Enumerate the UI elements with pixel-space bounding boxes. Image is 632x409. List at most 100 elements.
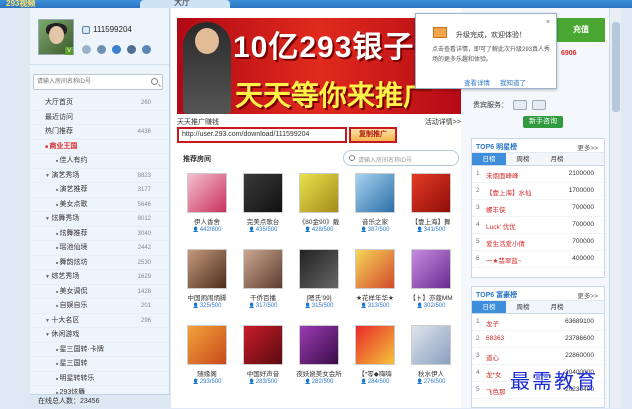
room-card[interactable]: 秋水伊人276/500 xyxy=(403,325,459,401)
room-name[interactable]: 《80金90》戴 xyxy=(291,216,347,226)
sidebar-item[interactable]: 大厅首页 260 xyxy=(30,96,169,111)
ranking-tab[interactable]: 月榜 xyxy=(540,153,574,165)
room-thumbnail[interactable] xyxy=(355,173,395,213)
dismiss-link[interactable]: 我知道了 xyxy=(500,77,526,87)
room-card[interactable]: 《80金90》戴428/500 xyxy=(291,173,347,249)
ranking-tab[interactable]: 日榜 xyxy=(472,153,506,165)
sidebar-item[interactable]: 瑶池仙境 2442 xyxy=(30,241,169,256)
ranking-row[interactable]: 1 未烟面峰峰 2100000 xyxy=(472,166,604,183)
ranking-tab[interactable]: 月榜 xyxy=(540,301,574,313)
rank-name[interactable]: 爱生活爱小倩 xyxy=(486,238,525,248)
ranking-tab[interactable]: 周榜 xyxy=(506,153,540,165)
rank-name[interactable]: 龙*女 xyxy=(486,369,502,379)
room-card[interactable]: [嗯氏'99]315/500 xyxy=(291,249,347,325)
sidebar-item[interactable]: 综艺秀场 1629 xyxy=(30,270,169,285)
sidebar-item[interactable]: 佳人有约 xyxy=(30,154,169,169)
room-name[interactable]: 【*零◆嗨嗨 xyxy=(347,368,403,378)
ranking-tab[interactable]: 日榜 xyxy=(472,301,506,313)
event-details-link[interactable]: 活动详情>> xyxy=(425,117,461,127)
room-card[interactable]: 随缘阁293/500 xyxy=(179,325,235,401)
room-thumbnail[interactable] xyxy=(411,325,451,365)
wrench-icon[interactable] xyxy=(97,45,106,54)
room-name[interactable]: 完美点歌台 xyxy=(235,216,291,226)
search-icon[interactable] xyxy=(151,78,158,85)
sidebar-item[interactable]: 明星转转乐 xyxy=(30,372,169,386)
room-card[interactable]: 夜妖娆美女会所282/500 xyxy=(291,325,347,401)
star-icon[interactable] xyxy=(82,45,91,54)
sidebar-item[interactable]: 演艺秀场 8823 xyxy=(30,169,169,183)
rank-name[interactable]: 【壹上海】水仙 xyxy=(486,187,532,197)
rank-name[interactable]: Luck' 优优 xyxy=(486,221,516,231)
view-details-link[interactable]: 查看详情 xyxy=(464,77,490,87)
share-icon[interactable] xyxy=(142,45,151,54)
sidebar-item[interactable]: 舞韵炫坊 2530 xyxy=(30,256,169,270)
room-card[interactable]: 伊人香舍442/800 xyxy=(179,173,235,249)
star-more-link[interactable]: 更多>> xyxy=(577,142,598,152)
recharge-button[interactable]: 充值 xyxy=(557,18,605,42)
sidebar-item[interactable]: 美女调侃 1428 xyxy=(30,285,169,299)
sidebar-item[interactable]: 炫舞秀场 8012 xyxy=(30,212,169,227)
rank-name[interactable]: 飞色那 xyxy=(486,386,506,396)
room-name[interactable]: ★花样年华★ xyxy=(347,292,403,302)
rank-name[interactable]: 68363 xyxy=(486,335,504,342)
ranking-tab[interactable]: 周榜 xyxy=(506,301,540,313)
room-name[interactable]: 中国闹闹炳脚 xyxy=(179,292,235,302)
room-name[interactable]: 音乐之家 xyxy=(347,216,403,226)
sidebar-item[interactable]: 休闲游戏 xyxy=(30,328,169,343)
sidebar-item[interactable]: 最近访问 xyxy=(30,111,169,125)
room-card[interactable]: 【壹上海】舞341/500 xyxy=(403,173,459,249)
sidebar-item[interactable]: 星三国转 xyxy=(30,357,169,372)
vip-car-icon[interactable] xyxy=(513,100,527,110)
room-name[interactable]: [嗯氏'99] xyxy=(291,292,347,302)
ranking-row[interactable]: 1 龙子 63689100 xyxy=(472,314,604,331)
room-search-input[interactable]: 请输入房间名称ID号 xyxy=(343,150,459,166)
info-icon[interactable] xyxy=(112,45,121,54)
sidebar-item[interactable]: 商业王国 xyxy=(30,140,169,154)
sidebar-item[interactable]: 热门推荐 4436 xyxy=(30,125,169,140)
sidebar-item[interactable]: 美女点歌 5646 xyxy=(30,198,169,212)
sidebar-item[interactable]: 星三国转·卡牌 xyxy=(30,343,169,357)
room-thumbnail[interactable] xyxy=(299,173,339,213)
room-card[interactable]: 中国闹闹炳脚325/500 xyxy=(179,249,235,325)
room-card[interactable]: 【ト】亦蔻MM302/500 xyxy=(403,249,459,325)
room-name[interactable]: 干侨百播 xyxy=(235,292,291,302)
room-thumbnail[interactable] xyxy=(299,325,339,365)
rich-more-link[interactable]: 更多>> xyxy=(577,290,598,300)
room-name[interactable]: 【壹上海】舞 xyxy=(403,216,459,226)
room-search-box[interactable] xyxy=(33,74,163,90)
scrollbar[interactable] xyxy=(609,8,621,408)
rank-name[interactable]: 龙子 xyxy=(486,318,499,328)
room-thumbnail[interactable] xyxy=(299,249,339,289)
promo-url-field[interactable]: http://user.293.com/download/111599204 xyxy=(177,127,347,143)
sidebar-item[interactable]: 演艺推荐 3177 xyxy=(30,183,169,198)
rank-name[interactable]: 螺丰侠 xyxy=(486,204,506,214)
room-card[interactable]: 干侨百播317/500 xyxy=(235,249,291,325)
room-thumbnail[interactable] xyxy=(243,325,283,365)
room-thumbnail[interactable] xyxy=(411,249,451,289)
close-icon[interactable]: × xyxy=(546,19,550,26)
room-thumbnail[interactable] xyxy=(187,249,227,289)
room-name[interactable]: 中国好声音 xyxy=(235,368,291,378)
ranking-row[interactable]: 3 螺丰侠 700000 xyxy=(472,200,604,217)
ranking-row[interactable]: 6 一★翡翠蓝~ 400000 xyxy=(472,251,604,268)
room-card[interactable]: 中国好声音283/500 xyxy=(235,325,291,401)
newbie-help-button[interactable]: 新手咨询 xyxy=(523,116,563,128)
vip-crown-icon[interactable] xyxy=(532,100,546,110)
sidebar-item[interactable]: 自娱自乐 201 xyxy=(30,299,169,314)
tab-lobby[interactable]: 大厅 xyxy=(140,0,230,8)
room-thumbnail[interactable] xyxy=(187,325,227,365)
scrollbar-thumb[interactable] xyxy=(612,22,620,112)
copy-promo-button[interactable]: 复制推广 xyxy=(349,127,397,143)
room-name[interactable]: 伊人香舍 xyxy=(179,216,235,226)
sidebar-item[interactable]: 炫舞推荐 3040 xyxy=(30,227,169,241)
rank-name[interactable]: 道心 xyxy=(486,352,499,362)
sidebar-search-input[interactable] xyxy=(34,75,144,89)
room-thumbnail[interactable] xyxy=(411,173,451,213)
ranking-row[interactable]: 4 Luck' 优优 700000 xyxy=(472,217,604,234)
sidebar-item[interactable]: 十大名区 296 xyxy=(30,314,169,328)
rank-name[interactable]: 一★翡翠蓝~ xyxy=(486,255,522,265)
room-thumbnail[interactable] xyxy=(355,249,395,289)
room-card[interactable]: ★花样年华★313/500 xyxy=(347,249,403,325)
room-name[interactable]: 【ト】亦蔻MM xyxy=(403,292,459,302)
ranking-row[interactable]: 2 【壹上海】水仙 1700000 xyxy=(472,183,604,200)
